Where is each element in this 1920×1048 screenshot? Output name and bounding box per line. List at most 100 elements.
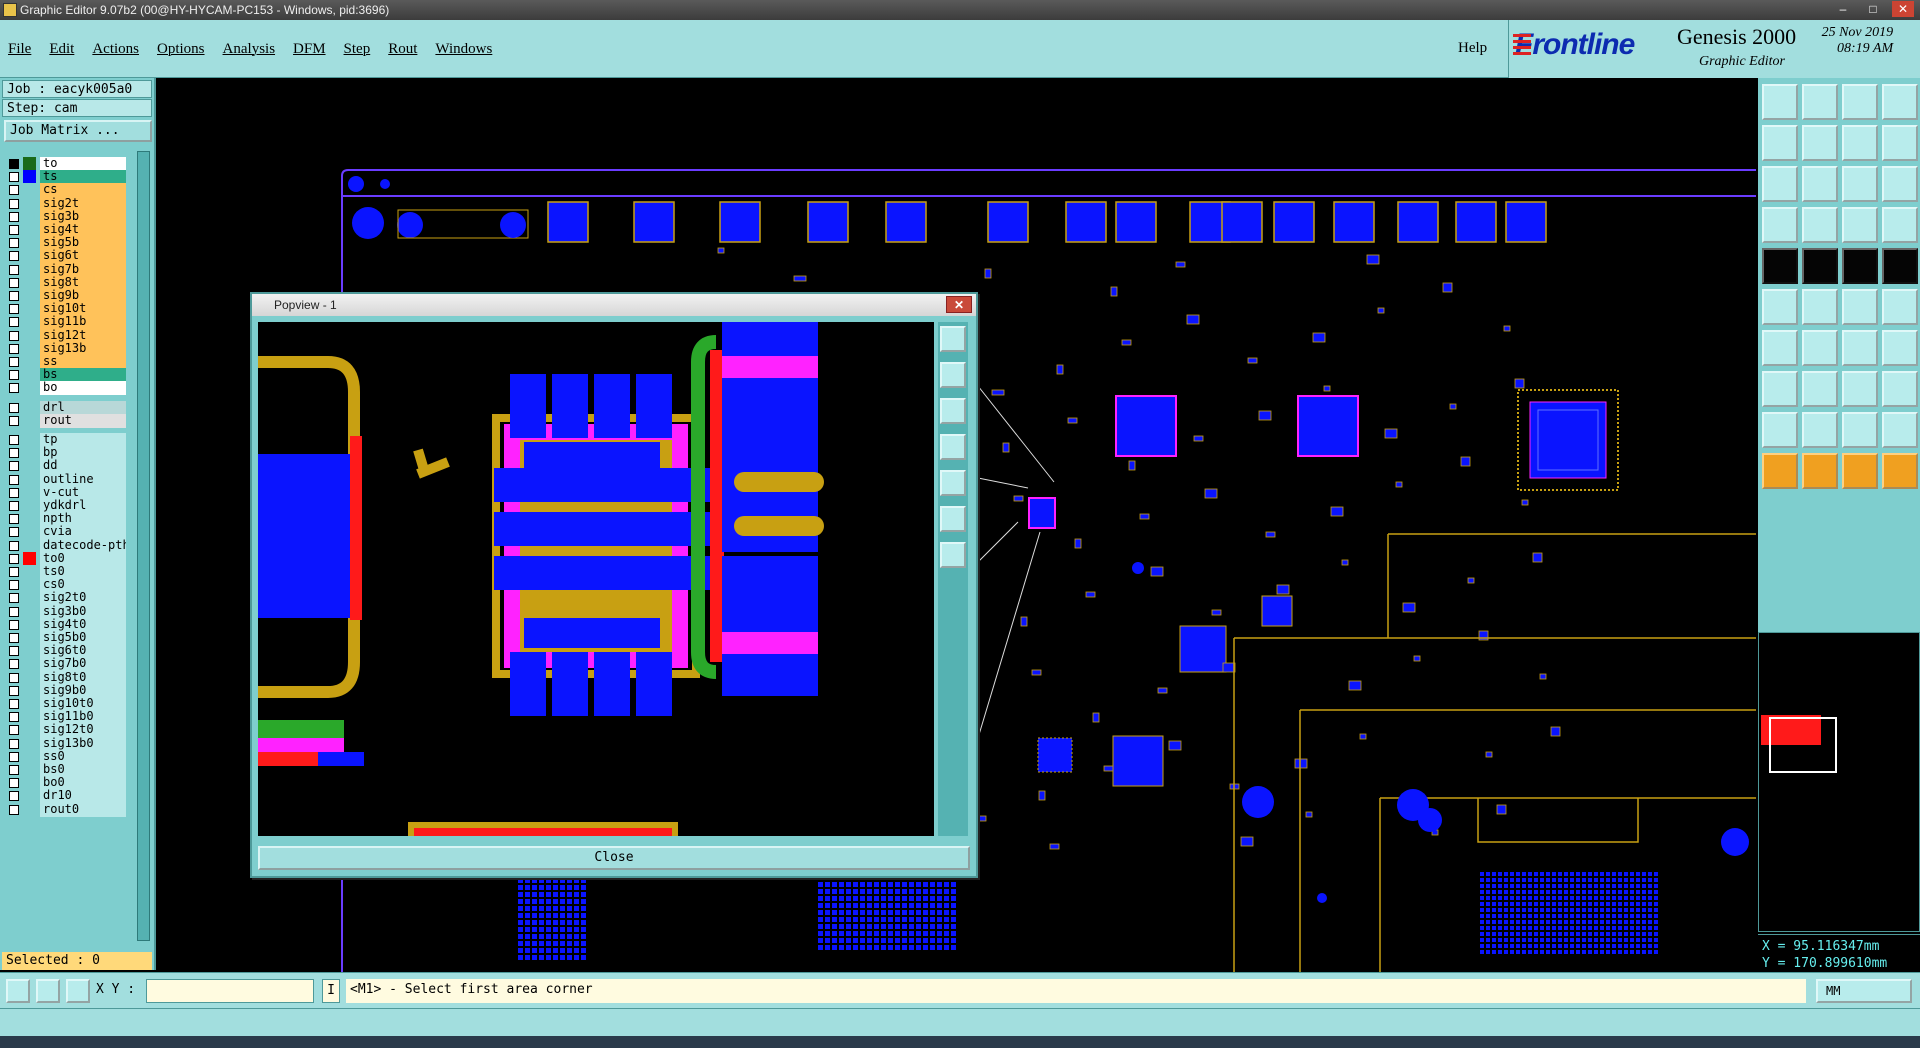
layer-checkbox[interactable] bbox=[9, 211, 19, 222]
house-icon[interactable] bbox=[1842, 84, 1878, 120]
layer-checkbox[interactable] bbox=[9, 567, 19, 577]
popview-tool-icon[interactable] bbox=[940, 470, 966, 496]
line-slash-icon[interactable] bbox=[1802, 330, 1838, 366]
select-box-icon[interactable] bbox=[1762, 371, 1798, 407]
record-icon[interactable] bbox=[1802, 207, 1838, 243]
popview-tool-icon[interactable] bbox=[940, 434, 966, 460]
layer-scrollbar[interactable] bbox=[137, 151, 150, 941]
triangle-up-icon[interactable] bbox=[1802, 412, 1838, 448]
cursor-multi-icon[interactable] bbox=[1882, 453, 1918, 489]
cursor-select-icon[interactable] bbox=[1842, 453, 1878, 489]
layer-checkbox[interactable] bbox=[9, 415, 19, 426]
rotate-icon[interactable] bbox=[1842, 330, 1878, 366]
layer-checkbox[interactable] bbox=[9, 527, 19, 538]
center-icon[interactable] bbox=[1802, 166, 1838, 202]
split-icon[interactable] bbox=[1842, 125, 1878, 161]
layer-checkbox[interactable] bbox=[9, 448, 19, 459]
frame-icon[interactable] bbox=[1882, 84, 1918, 120]
layer-checkbox[interactable] bbox=[9, 712, 19, 723]
help-icon[interactable] bbox=[1882, 166, 1918, 202]
scale-1-2-icon[interactable] bbox=[1842, 166, 1878, 202]
layer-checkbox[interactable] bbox=[9, 343, 19, 354]
layer-checkbox[interactable] bbox=[9, 185, 19, 196]
snap-icon[interactable] bbox=[6, 979, 30, 1003]
menu-item-options[interactable]: Options bbox=[157, 41, 205, 58]
layer-checkbox[interactable] bbox=[9, 461, 19, 472]
measure-icon[interactable] bbox=[1762, 207, 1798, 243]
layer-checkbox[interactable] bbox=[9, 172, 19, 183]
menu-help[interactable]: Help bbox=[1458, 40, 1487, 57]
popview-tool-icon[interactable] bbox=[940, 326, 966, 352]
layer-checkbox[interactable] bbox=[9, 225, 19, 235]
save-icon[interactable] bbox=[1802, 84, 1838, 120]
layer-checkbox[interactable] bbox=[9, 725, 19, 736]
triangle-icon[interactable] bbox=[1762, 412, 1798, 448]
layer-checkbox[interactable] bbox=[9, 435, 19, 445]
layer-checkbox[interactable] bbox=[9, 540, 19, 551]
popview-tool-icon[interactable] bbox=[940, 542, 966, 568]
popview-close-icon[interactable]: ✕ bbox=[946, 296, 972, 313]
flag-icon[interactable] bbox=[1882, 125, 1918, 161]
blob-icon[interactable] bbox=[1882, 371, 1918, 407]
mirror-icon[interactable] bbox=[1882, 289, 1918, 325]
layer-checkbox[interactable] bbox=[9, 791, 19, 802]
layer-checkbox[interactable] bbox=[9, 553, 19, 564]
menu-item-actions[interactable]: Actions bbox=[92, 41, 139, 58]
line-red-icon[interactable] bbox=[1802, 371, 1838, 407]
export-icon[interactable] bbox=[1802, 125, 1838, 161]
layer-checkbox[interactable] bbox=[9, 304, 19, 315]
layer-row[interactable]: bo bbox=[4, 380, 126, 396]
layer-checkbox[interactable] bbox=[9, 251, 19, 262]
layer-checkbox[interactable] bbox=[9, 159, 19, 169]
layer-checkbox[interactable] bbox=[9, 685, 19, 696]
popview-tool-icon[interactable] bbox=[940, 506, 966, 532]
layer-checkbox[interactable] bbox=[9, 619, 19, 630]
line-draw-icon[interactable] bbox=[1762, 330, 1798, 366]
layer-checkbox[interactable] bbox=[9, 198, 19, 209]
layer-checkbox[interactable] bbox=[9, 804, 19, 815]
fit-screen-icon[interactable] bbox=[1762, 166, 1798, 202]
menu-item-file[interactable]: File bbox=[8, 41, 31, 58]
layers-green-icon[interactable] bbox=[1882, 207, 1918, 243]
layer-checkbox[interactable] bbox=[9, 474, 19, 485]
close-window-button[interactable]: ✕ bbox=[1892, 1, 1914, 17]
menu-item-step[interactable]: Step bbox=[344, 41, 371, 58]
cross-icon[interactable] bbox=[1802, 289, 1838, 325]
layer-checkbox[interactable] bbox=[9, 402, 19, 413]
layer-checkbox[interactable] bbox=[9, 264, 19, 275]
overview-thumbnail[interactable] bbox=[1758, 632, 1920, 932]
layer-checkbox[interactable] bbox=[9, 501, 19, 511]
job-matrix-button[interactable]: Job Matrix ... bbox=[4, 120, 152, 142]
trapezoid-icon[interactable] bbox=[1842, 412, 1878, 448]
import-icon[interactable] bbox=[1762, 125, 1798, 161]
layer-checkbox[interactable] bbox=[9, 357, 19, 367]
pad-icon[interactable] bbox=[1882, 248, 1918, 284]
menu-item-windows[interactable]: Windows bbox=[435, 41, 492, 58]
layer-checkbox[interactable] bbox=[9, 277, 19, 288]
layer-row[interactable]: rout0 bbox=[4, 802, 126, 817]
snap-icon[interactable] bbox=[1762, 248, 1798, 284]
popview-titlebar[interactable]: Popview - 1 bbox=[252, 294, 976, 316]
layer-checkbox[interactable] bbox=[9, 487, 19, 498]
ruler-icon[interactable] bbox=[1842, 248, 1878, 284]
layer-checkbox[interactable] bbox=[9, 738, 19, 749]
layer-checkbox[interactable] bbox=[9, 580, 19, 591]
arc-edit-icon[interactable] bbox=[1842, 289, 1878, 325]
xy-input[interactable] bbox=[146, 979, 314, 1003]
popview-canvas[interactable] bbox=[258, 322, 934, 836]
layer-checkbox[interactable] bbox=[9, 291, 19, 301]
layer-checkbox[interactable] bbox=[9, 330, 19, 341]
cursor-red-icon[interactable] bbox=[1802, 453, 1838, 489]
layer-checkbox[interactable] bbox=[9, 672, 19, 683]
layer-checkbox[interactable] bbox=[9, 606, 19, 617]
cursor-mode-icon[interactable]: I bbox=[322, 979, 340, 1003]
gear-edit-icon[interactable] bbox=[1842, 371, 1878, 407]
layer-checkbox[interactable] bbox=[9, 778, 19, 789]
layer-checkbox[interactable] bbox=[9, 370, 19, 381]
layer-checkbox[interactable] bbox=[9, 699, 19, 709]
home-icon[interactable] bbox=[1762, 84, 1798, 120]
minimize-button[interactable]: – bbox=[1832, 1, 1854, 17]
layer-checkbox[interactable] bbox=[9, 514, 19, 525]
popview-close-button[interactable]: Close bbox=[258, 846, 970, 870]
swap-icon[interactable] bbox=[1882, 330, 1918, 366]
